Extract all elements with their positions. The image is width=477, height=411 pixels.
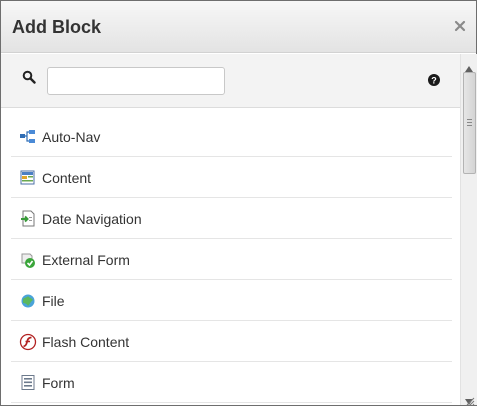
close-icon[interactable]: [453, 19, 467, 33]
search-toolbar: ?: [1, 54, 460, 108]
block-list: Auto-Nav Content Date Navigation Externa…: [11, 116, 452, 403]
block-item-date-navigation[interactable]: Date Navigation: [11, 198, 452, 239]
block-item-flash-content[interactable]: Flash Content: [11, 321, 452, 362]
block-item-auto-nav[interactable]: Auto-Nav: [11, 116, 452, 157]
vertical-scrollbar[interactable]: [460, 54, 477, 405]
search-input[interactable]: [47, 67, 225, 95]
block-item-label: External Form: [42, 252, 130, 268]
external-form-icon: [19, 251, 37, 269]
dialog-title: Add Block: [12, 17, 102, 37]
add-block-dialog: Add Block ? Auto-Nav Content Date Naviga…: [0, 0, 477, 406]
block-item-content[interactable]: Content: [11, 157, 452, 198]
block-item-label: Content: [42, 170, 92, 186]
scroll-up-icon[interactable]: [465, 59, 473, 72]
flash-content-icon: [19, 333, 37, 351]
scrollbar-thumb[interactable]: [463, 72, 476, 174]
svg-text:?: ?: [431, 76, 437, 86]
dialog-titlebar: Add Block: [1, 1, 476, 53]
search-icon: [22, 70, 36, 84]
block-item-file[interactable]: File: [11, 280, 452, 321]
resize-handle-icon[interactable]: [463, 393, 475, 406]
form-icon: [19, 374, 37, 392]
block-item-form[interactable]: Form: [11, 362, 452, 403]
block-item-label: File: [42, 293, 65, 309]
scrollbar-grip-icon: [467, 119, 472, 126]
block-item-label: Date Navigation: [42, 211, 142, 227]
file-icon: [19, 292, 37, 310]
block-item-label: Flash Content: [42, 334, 130, 350]
auto-nav-icon: [19, 128, 37, 146]
help-icon[interactable]: ?: [427, 73, 441, 87]
content-icon: [19, 169, 37, 187]
block-item-label: Form: [42, 375, 75, 391]
block-item-external-form[interactable]: External Form: [11, 239, 452, 280]
date-navigation-icon: [19, 210, 37, 228]
block-item-label: Auto-Nav: [42, 129, 101, 145]
